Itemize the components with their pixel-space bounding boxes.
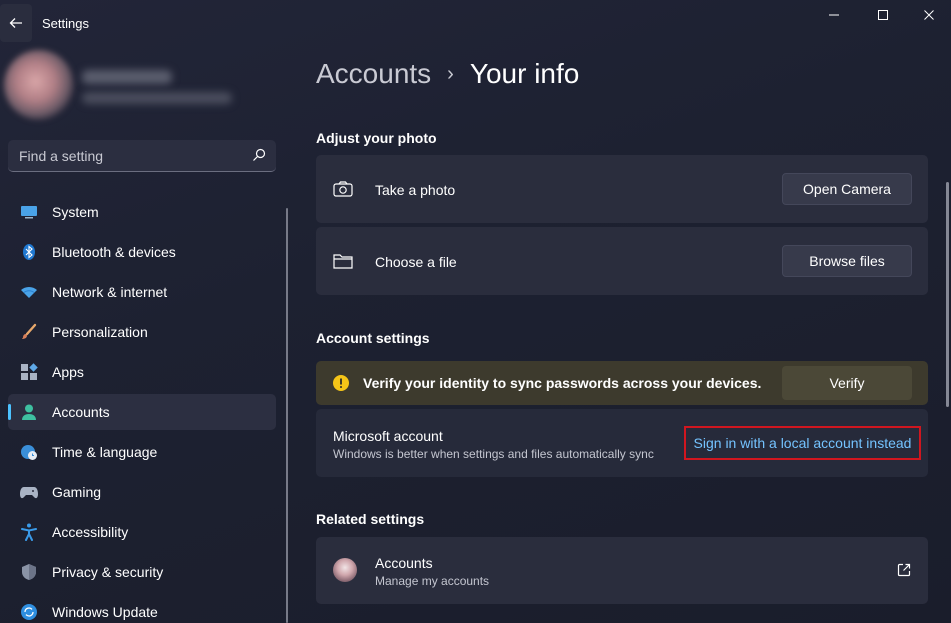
globe-clock-icon — [20, 443, 38, 461]
sidebar-scrollbar[interactable] — [286, 208, 288, 623]
section-title-related-settings: Related settings — [316, 511, 425, 527]
choose-file-label: Choose a file — [375, 254, 457, 270]
profile-email-redacted — [82, 92, 232, 104]
search-icon[interactable] — [252, 148, 266, 162]
related-accounts-subtitle: Manage my accounts — [375, 574, 490, 588]
verify-identity-banner: Verify your identity to sync passwords a… — [316, 361, 928, 405]
breadcrumb: Accounts › Your info — [316, 58, 579, 90]
microsoft-account-subtitle: Windows is better when settings and file… — [333, 447, 654, 461]
monitor-icon — [20, 203, 38, 221]
app-title: Settings — [42, 16, 89, 31]
close-button[interactable] — [906, 0, 951, 30]
sidebar-item-time-language[interactable]: Time & language — [8, 434, 276, 470]
take-photo-label: Take a photo — [375, 182, 456, 198]
sidebar-item-privacy[interactable]: Privacy & security — [8, 554, 276, 590]
sidebar-item-label: Accessibility — [52, 524, 129, 540]
sidebar-item-accounts[interactable]: Accounts — [8, 394, 276, 430]
sidebar-item-network[interactable]: Network & internet — [8, 274, 276, 310]
microsoft-account-title: Microsoft account — [333, 428, 443, 444]
chevron-right-icon: › — [447, 62, 454, 85]
sidebar-item-windows-update[interactable]: Windows Update — [8, 594, 276, 623]
person-icon — [20, 403, 38, 421]
shield-icon — [20, 563, 38, 581]
minimize-button[interactable] — [811, 0, 857, 30]
search-input[interactable]: Find a setting — [19, 148, 103, 164]
sidebar-item-bluetooth[interactable]: Bluetooth & devices — [8, 234, 276, 270]
related-accounts-title: Accounts — [375, 555, 433, 571]
profile-avatar[interactable] — [4, 50, 74, 120]
sidebar-item-label: Bluetooth & devices — [52, 244, 176, 260]
sidebar-item-label: Accounts — [52, 404, 110, 420]
profile-name-redacted — [82, 70, 172, 84]
sidebar-item-label: Apps — [52, 364, 84, 380]
sidebar-item-label: Time & language — [52, 444, 158, 460]
verify-identity-text: Verify your identity to sync passwords a… — [363, 375, 762, 391]
sidebar-item-personalization[interactable]: Personalization — [8, 314, 276, 350]
take-photo-card: Take a photo Open Camera — [316, 155, 928, 223]
gamepad-icon — [20, 483, 38, 501]
page-title: Your info — [469, 58, 580, 89]
brush-icon — [20, 323, 38, 341]
related-accounts-card[interactable]: Accounts Manage my accounts — [316, 537, 928, 604]
main-scrollbar[interactable] — [946, 182, 949, 407]
sidebar-item-label: Personalization — [52, 324, 148, 340]
close-icon — [924, 10, 934, 20]
main-content: Accounts › Your info Adjust your photo T… — [316, 44, 928, 623]
apps-icon — [20, 363, 38, 381]
sidebar-item-apps[interactable]: Apps — [8, 354, 276, 390]
maximize-icon — [878, 10, 888, 20]
back-button[interactable] — [0, 4, 32, 42]
sidebar-item-label: Privacy & security — [52, 564, 164, 580]
back-arrow-icon — [9, 18, 22, 28]
section-title-adjust-photo: Adjust your photo — [316, 130, 437, 146]
sidebar-item-label: Network & internet — [52, 284, 168, 300]
sidebar-item-label: System — [52, 204, 99, 220]
update-icon — [20, 603, 38, 621]
bluetooth-icon — [20, 243, 38, 261]
sidebar: Find a setting System Bluetooth & device… — [0, 44, 290, 623]
avatar — [333, 558, 357, 582]
minimize-icon — [829, 14, 839, 16]
search-box[interactable]: Find a setting — [8, 140, 276, 172]
breadcrumb-accounts[interactable]: Accounts — [316, 58, 431, 90]
accessibility-icon — [20, 523, 38, 541]
section-title-account-settings: Account settings — [316, 330, 430, 346]
sidebar-item-label: Windows Update — [52, 604, 158, 620]
active-indicator — [8, 404, 11, 420]
warning-icon — [333, 375, 349, 391]
browse-files-button[interactable]: Browse files — [782, 245, 912, 277]
title-bar: Settings — [0, 0, 951, 44]
camera-icon — [333, 181, 353, 197]
sidebar-item-accessibility[interactable]: Accessibility — [8, 514, 276, 550]
external-link-icon[interactable] — [897, 563, 911, 577]
sidebar-item-label: Gaming — [52, 484, 102, 500]
sidebar-item-system[interactable]: System — [8, 194, 276, 230]
verify-button[interactable]: Verify — [782, 366, 912, 400]
sidebar-item-gaming[interactable]: Gaming — [8, 474, 276, 510]
maximize-button[interactable] — [860, 0, 906, 30]
microsoft-account-card: Microsoft account Windows is better when… — [316, 409, 928, 477]
choose-file-card: Choose a file Browse files — [316, 227, 928, 295]
nav-list: System Bluetooth & devices Network & int… — [8, 194, 276, 623]
wifi-icon — [20, 283, 38, 301]
open-camera-button[interactable]: Open Camera — [782, 173, 912, 205]
folder-icon — [333, 253, 353, 269]
sign-in-local-account-link[interactable]: Sign in with a local account instead — [684, 426, 921, 460]
settings-window: Settings Find a setting System Bluetooth… — [0, 0, 951, 623]
